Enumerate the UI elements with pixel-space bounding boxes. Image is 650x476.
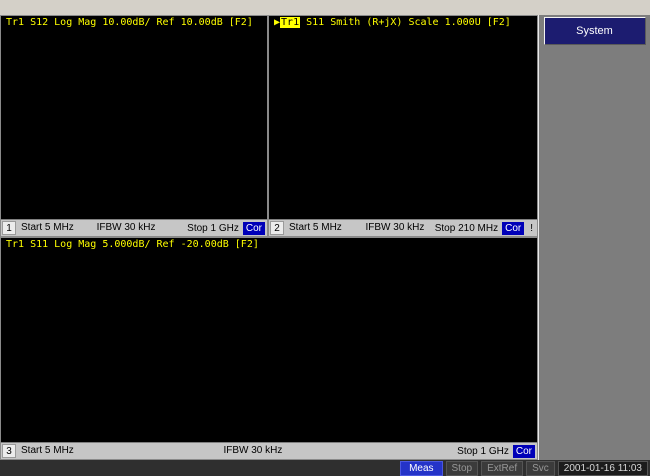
network-analyzer-screen: Tr1 S12 Log Mag 10.00dB/ Ref 10.00dB [F2… xyxy=(0,0,650,476)
softkey-sidebar: System xyxy=(538,15,650,460)
active-trace-label: Tr1 xyxy=(280,17,300,28)
stop-frequency: Stop 210 MHz xyxy=(435,221,498,236)
channel-2-number: 2 xyxy=(270,221,284,235)
s12-plot xyxy=(1,16,267,236)
smith-title-text: S11 Smith (R+jX) Scale 1.000U [F2] xyxy=(300,17,511,28)
meas-status-badge: Meas xyxy=(400,461,442,476)
stop-frequency: Stop 1 GHz xyxy=(457,444,509,459)
panel-s12-logmag: Tr1 S12 Log Mag 10.00dB/ Ref 10.00dB [F2… xyxy=(0,15,268,237)
instrument-status-bar: Meas Stop ExtRef Svc 2001-01-16 11:03 xyxy=(0,460,650,476)
correction-badge: Cor xyxy=(502,222,524,235)
stop-status-indicator: Stop xyxy=(446,461,479,476)
stop-frequency: Stop 1 GHz xyxy=(187,221,239,236)
s11-status-bar: 3 Start 5 MHz IFBW 30 kHz Stop 1 GHz Cor xyxy=(1,442,537,459)
start-frequency: Start 5 MHz xyxy=(21,443,74,458)
start-frequency: Start 5 MHz xyxy=(289,220,342,235)
s11-smith-title: ▶Tr1 S11 Smith (R+jX) Scale 1.000U [F2] xyxy=(274,17,511,28)
svc-status-indicator: Svc xyxy=(526,461,555,476)
correction-badge: Cor xyxy=(513,445,535,458)
channel-3-number: 3 xyxy=(2,444,16,458)
ifbw-readout: IFBW 30 kHz xyxy=(366,220,425,235)
panel-s11-smith: ▶Tr1 S11 Smith (R+jX) Scale 1.000U [F2] … xyxy=(268,15,538,237)
menu-bar xyxy=(0,0,650,16)
channel-1-number: 1 xyxy=(2,221,16,235)
softkey-menu-title: System xyxy=(544,17,646,45)
start-frequency: Start 5 MHz xyxy=(21,220,74,235)
s11-plot xyxy=(1,238,537,459)
panel-s11-logmag: Tr1 S11 Log Mag 5.000dB/ Ref -20.00dB [F… xyxy=(0,237,538,460)
s12-status-bar: 1 Start 5 MHz IFBW 30 kHz Stop 1 GHz Cor xyxy=(1,219,267,236)
warning-flag: ! xyxy=(528,221,535,236)
smith-chart xyxy=(269,16,537,236)
s11-smith-status-bar: 2 Start 5 MHz IFBW 30 kHz Stop 210 MHz C… xyxy=(269,219,537,236)
s11-trace-title: Tr1 S11 Log Mag 5.000dB/ Ref -20.00dB [F… xyxy=(6,239,259,250)
ifbw-readout: IFBW 30 kHz xyxy=(97,220,156,235)
extref-status-indicator: ExtRef xyxy=(481,461,523,476)
s12-trace-title: Tr1 S12 Log Mag 10.00dB/ Ref 10.00dB [F2… xyxy=(6,17,253,28)
correction-badge: Cor xyxy=(243,222,265,235)
date-time: 2001-01-16 11:03 xyxy=(558,461,648,476)
ifbw-readout: IFBW 30 kHz xyxy=(223,443,282,458)
